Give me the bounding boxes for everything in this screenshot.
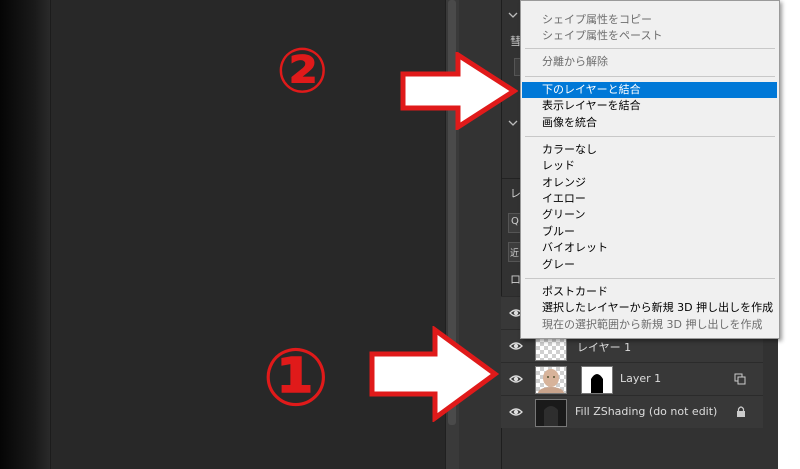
menu-item-color-gray[interactable]: グレー [522, 257, 777, 273]
menu-item-color-blue[interactable]: ブルー [522, 224, 777, 240]
menu-separator [525, 76, 775, 77]
mask-shape-icon [582, 367, 612, 393]
layer-name[interactable]: レイヤー 1 [577, 339, 631, 355]
menu-item-color-violet[interactable]: バイオレット [522, 240, 777, 256]
left-gutter [0, 0, 50, 469]
layer-thumbnail-dark[interactable] [535, 399, 567, 427]
menu-item-color-red[interactable]: レッド [522, 158, 777, 174]
menu-separator [525, 48, 775, 49]
menu-item-copy-shape-attributes[interactable]: シェイプ属性をコピー [522, 12, 777, 28]
blend-mode-label: 近 [510, 249, 520, 259]
chevron-down-icon[interactable] [508, 12, 518, 20]
face-thumbnail-icon [538, 369, 564, 393]
eye-icon[interactable] [509, 372, 523, 386]
menu-item-3d-extrusion-from-selection[interactable]: 現在の選択範囲から新規 3D 押し出しを作成 [522, 317, 777, 333]
step-1-marker: ① [262, 331, 330, 424]
step-2-marker: ② [276, 34, 329, 107]
menu-item-3d-extrusion-from-layer[interactable]: 選択したレイヤーから新規 3D 押し出しを作成 [522, 300, 777, 316]
red-arrow-icon [400, 52, 518, 130]
context-menu: シェイプ属性をコピー シェイプ属性をペースト 分離から解除 下のレイヤーと結合 … [520, 0, 780, 339]
menu-item-flatten-image[interactable]: 画像を統合 [522, 115, 777, 131]
menu-separator [525, 136, 775, 137]
far-right-strip [778, 0, 800, 469]
layer-row[interactable]: Fill ZShading (do not edit) [501, 395, 763, 428]
eye-icon[interactable] [509, 405, 523, 419]
menu-item-paste-shape-attributes[interactable]: シェイプ属性をペースト [522, 28, 777, 44]
menu-item-color-green[interactable]: グリーン [522, 207, 777, 223]
eye-icon[interactable] [509, 339, 523, 353]
search-icon: Q [511, 216, 519, 227]
menu-item-color-none[interactable]: カラーなし [522, 142, 777, 158]
layer-name[interactable]: Fill ZShading (do not edit) [575, 405, 717, 418]
menu-item-release-isolation[interactable]: 分離から解除 [522, 54, 777, 70]
menu-item-color-orange[interactable]: オレンジ [522, 175, 777, 191]
layer-mask-thumbnail[interactable] [581, 366, 613, 394]
red-arrow-icon [369, 326, 499, 422]
menu-item-merge-down[interactable]: 下のレイヤーと結合 [522, 82, 777, 98]
layer-thumbnail-face[interactable] [535, 366, 567, 394]
menu-item-color-yellow[interactable]: イエロー [522, 191, 777, 207]
menu-item-postcard[interactable]: ポストカード [522, 284, 777, 300]
layer-row[interactable]: Layer 1 [501, 362, 763, 395]
layer-name[interactable]: Layer 1 [620, 372, 661, 385]
menu-item-merge-visible[interactable]: 表示レイヤーを結合 [522, 98, 777, 114]
shading-thumbnail-icon [544, 406, 558, 426]
menu-separator [525, 278, 775, 279]
lock-icon [737, 406, 745, 417]
smart-object-icon [734, 373, 746, 385]
